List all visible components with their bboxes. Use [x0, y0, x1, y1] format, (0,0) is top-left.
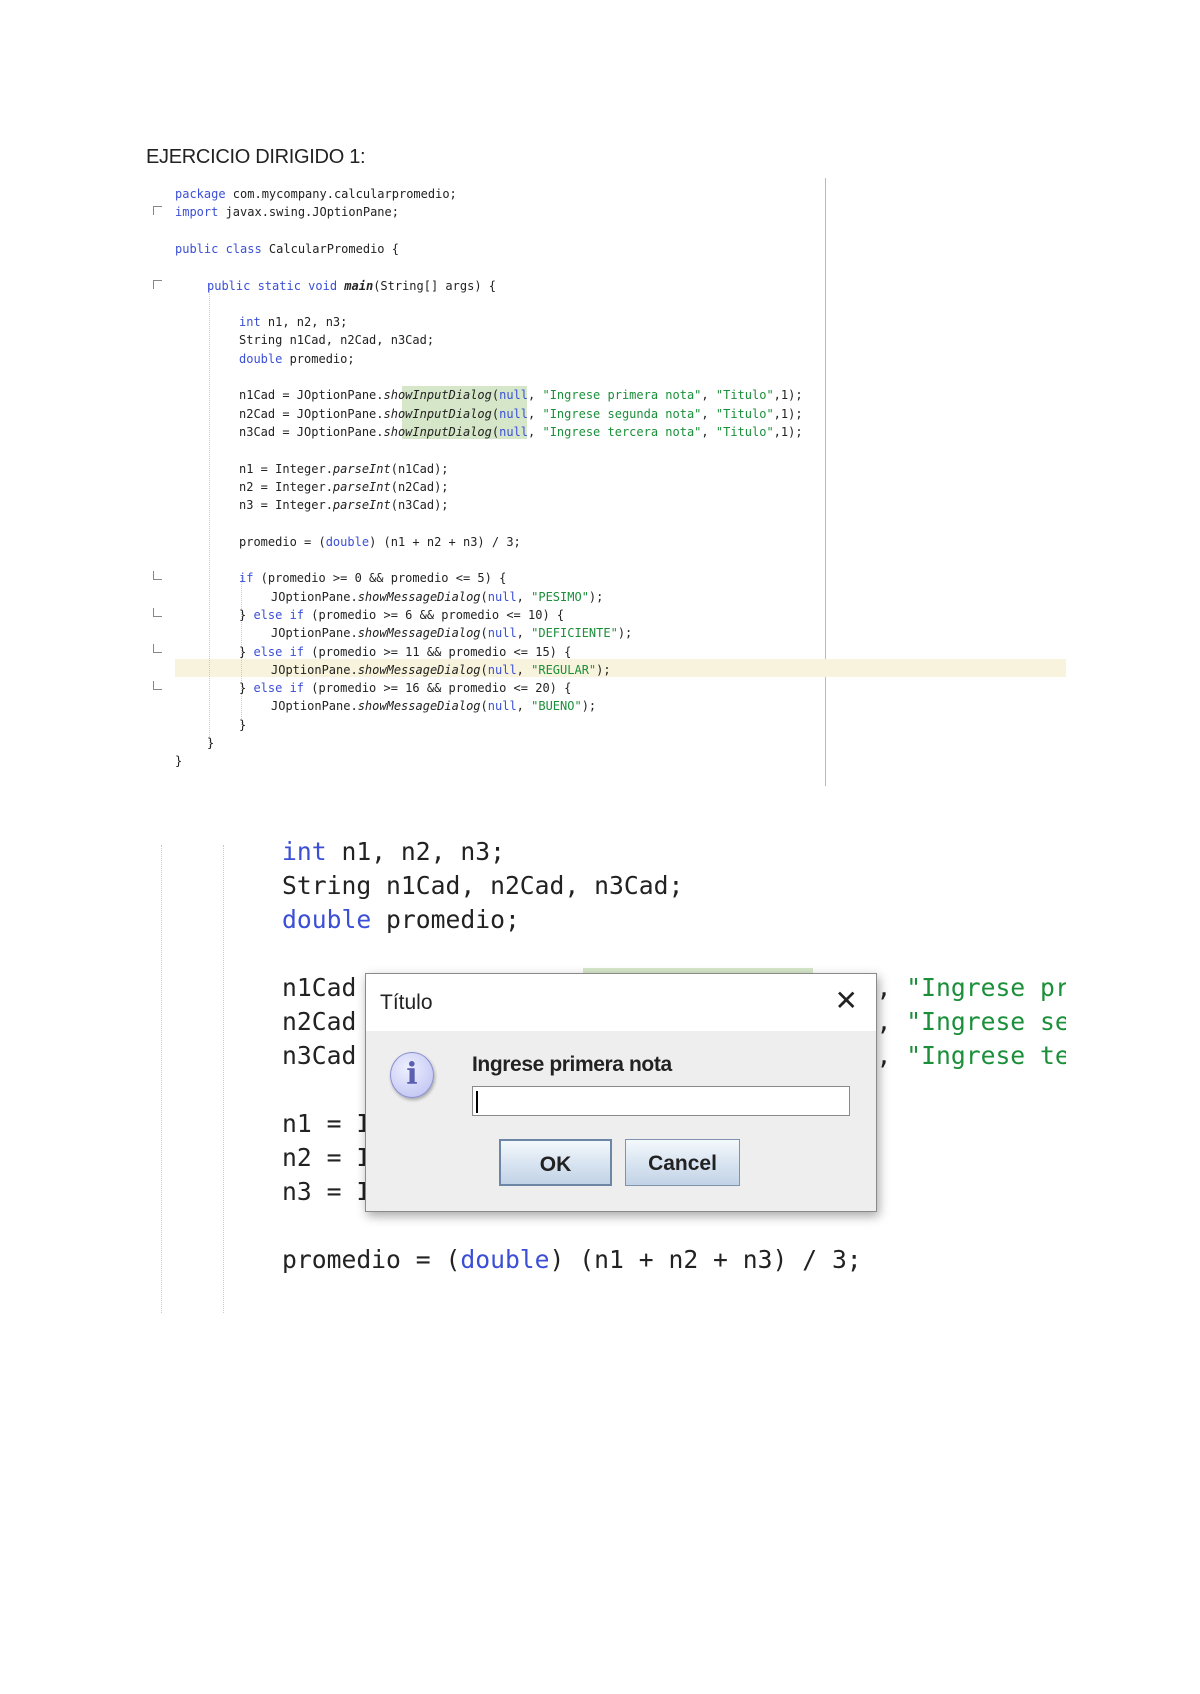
indent-guide [223, 845, 224, 1313]
dialog-title-bar[interactable]: Título ✕ [366, 974, 876, 1031]
dialog-message: Ingrese primera nota [472, 1053, 672, 1076]
code-text: promedio = ( [282, 1245, 461, 1274]
text-caret [476, 1091, 478, 1113]
code-string: "Ingrese segunda nota" [906, 1007, 1066, 1036]
code-string: "Ingrese primera nota" [906, 973, 1066, 1002]
code-line: promedio = (double) (n1 + n2 + n3) / 3; [282, 1243, 862, 1277]
code-keyword: double [282, 905, 372, 934]
dialog-text-input[interactable] [472, 1086, 850, 1116]
ok-button[interactable]: OK [499, 1139, 612, 1186]
code-text: String n1Cad, n2Cad, n3Cad; [282, 871, 684, 900]
code-string: "Ingrese tercera nota" [906, 1041, 1066, 1070]
code-keyword: int [282, 837, 327, 866]
code-zoom-area: int n1, n2, n3; String n1Cad, n2Cad, n3Ca… [0, 0, 1066, 1694]
code-line: String n1Cad, n2Cad, n3Cad; [282, 869, 683, 903]
dialog-title: Título [380, 991, 433, 1014]
close-icon[interactable]: ✕ [835, 986, 858, 1016]
code-text: ) (n1 + n2 + n3) / 3; [549, 1245, 862, 1274]
indent-guide [161, 845, 162, 1313]
code-line: double promedio; [282, 903, 520, 937]
code-keyword: double [460, 1245, 550, 1274]
code-line: int n1, n2, n3; [282, 835, 505, 869]
code-text: promedio; [371, 905, 520, 934]
info-icon: i [390, 1052, 434, 1098]
cancel-button[interactable]: Cancel [625, 1139, 740, 1186]
input-dialog: Título ✕ i Ingrese primera nota OK Cance… [365, 973, 877, 1212]
code-text: n1, n2, n3; [326, 837, 505, 866]
